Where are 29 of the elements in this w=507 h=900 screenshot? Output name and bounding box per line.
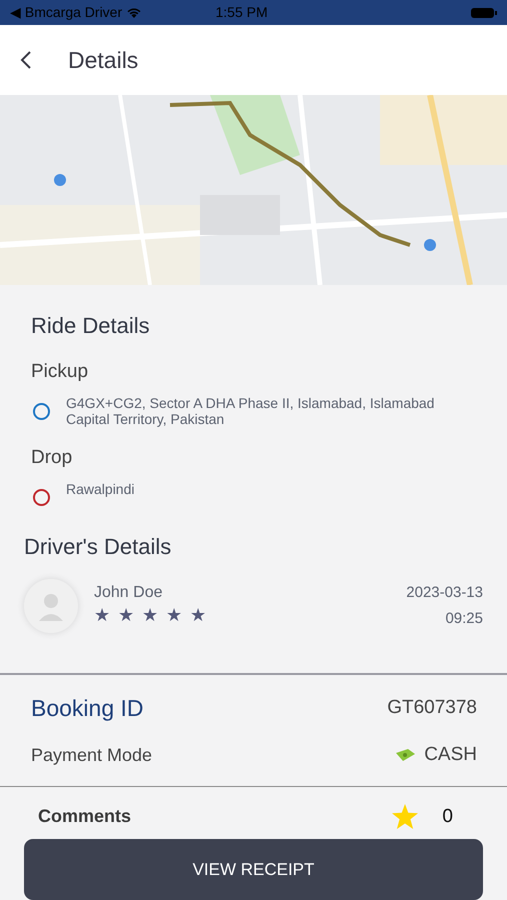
- payment-mode-value: CASH: [424, 743, 477, 768]
- booking-id-value: GT607378: [387, 696, 477, 720]
- page-title: Details: [68, 46, 138, 75]
- address-text: G4GX+CG2, Sector A DHA Phase II, Islamabad, Islamabad Capital Territory, Pakistan: [66, 394, 436, 428]
- payment-mode-label: Payment Mode: [31, 744, 152, 767]
- comments-count: 0: [442, 804, 453, 829]
- section-heading: Ride Details: [31, 312, 151, 340]
- star-icon: ★: [142, 606, 158, 624]
- stop-label: Pickup: [31, 360, 90, 384]
- star-icon: ★: [118, 606, 134, 624]
- booking-id-label: Booking ID: [31, 694, 144, 723]
- clock-time: 1:55 PM: [216, 3, 268, 22]
- ride-date: 2023-03-13: [406, 584, 483, 602]
- star-icon: [392, 804, 418, 830]
- back-icon[interactable]: [20, 50, 32, 70]
- wifi-icon: [126, 6, 142, 18]
- star-icon: ★: [166, 606, 182, 624]
- stop-label: Drop: [31, 446, 74, 470]
- driver-name: John Doe: [94, 582, 164, 602]
- battery-icon: [471, 6, 497, 18]
- comments-label: Comments: [38, 805, 132, 828]
- ride-time: 09:25: [444, 610, 483, 628]
- cash-icon: [394, 748, 416, 762]
- star-icon: ★: [94, 606, 110, 624]
- view-receipt-button[interactable]: VIEW RECEIPT: [24, 839, 483, 900]
- avatar-icon: [24, 578, 78, 633]
- address-text: Rawalpindi: [66, 480, 134, 498]
- section-heading: Driver's Details: [24, 532, 172, 561]
- star-icon: ★: [190, 606, 206, 624]
